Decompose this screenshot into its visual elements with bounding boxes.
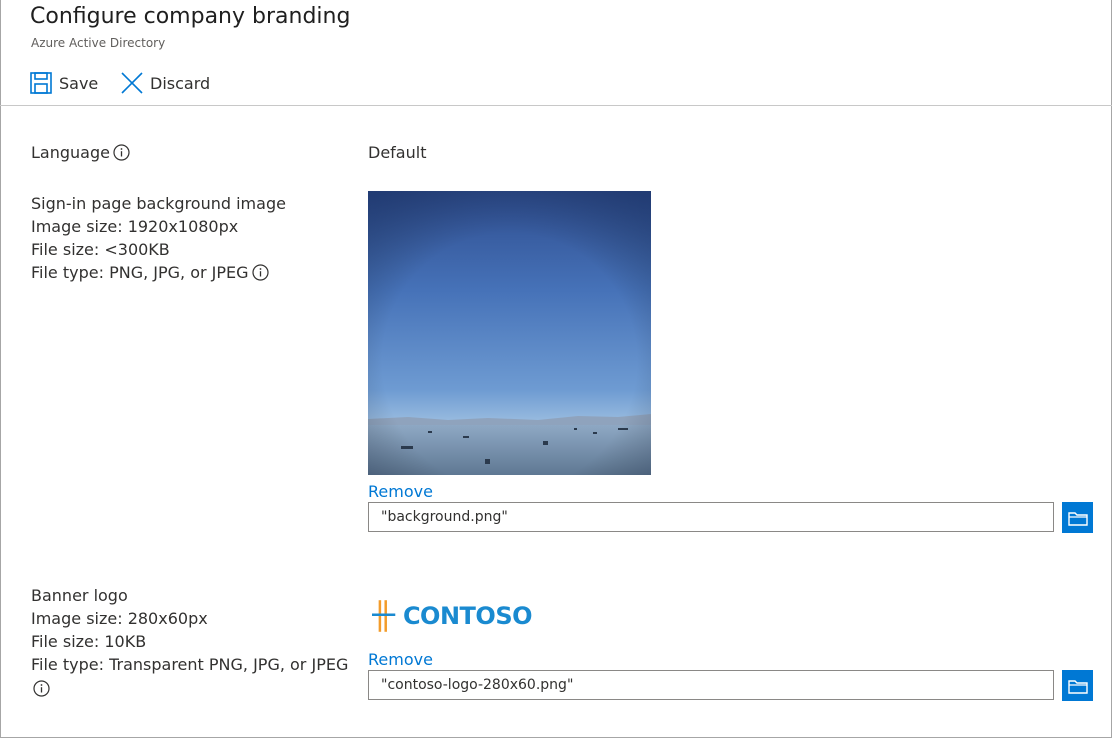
save-button[interactable]: Save bbox=[30, 70, 98, 96]
bg-file-type-row: File type: PNG, JPG, or JPEG bbox=[31, 261, 269, 287]
folder-icon bbox=[1067, 511, 1088, 526]
bg-image-title: Sign-in page background image bbox=[31, 194, 286, 213]
banner-info-row bbox=[31, 677, 50, 703]
bg-browse-button[interactable] bbox=[1062, 502, 1093, 533]
folder-icon bbox=[1067, 679, 1088, 694]
banner-file-field[interactable] bbox=[368, 670, 1054, 700]
contoso-logo: CONTOSO bbox=[372, 597, 533, 635]
header-divider bbox=[0, 105, 1112, 106]
bg-image-size: Image size: 1920x1080px bbox=[31, 217, 239, 236]
banner-browse-button[interactable] bbox=[1062, 670, 1093, 701]
contoso-logo-mark-icon bbox=[372, 600, 396, 632]
background-image-preview bbox=[368, 191, 651, 475]
language-value: Default bbox=[368, 143, 427, 162]
page-title: Configure company branding bbox=[30, 4, 351, 29]
banner-file-type: File type: Transparent PNG, JPG, or JPEG bbox=[31, 655, 349, 674]
language-label: Language bbox=[31, 143, 110, 162]
bg-file-field[interactable] bbox=[368, 502, 1054, 532]
bg-remove-link[interactable]: Remove bbox=[368, 482, 433, 502]
page-subtitle: Azure Active Directory bbox=[31, 36, 166, 50]
save-label: Save bbox=[59, 73, 99, 93]
info-icon[interactable] bbox=[33, 680, 50, 703]
close-icon bbox=[121, 72, 143, 94]
banner-image-size: Image size: 280x60px bbox=[31, 609, 208, 628]
banner-file-size: File size: 10KB bbox=[31, 632, 147, 651]
discard-button[interactable]: Discard bbox=[121, 70, 210, 96]
logo-text: CONTOSO bbox=[402, 602, 533, 630]
info-icon[interactable] bbox=[251, 264, 269, 287]
info-icon[interactable] bbox=[113, 144, 130, 167]
bg-file-size: File size: <300KB bbox=[31, 240, 170, 259]
save-icon bbox=[30, 72, 52, 94]
language-label-row: Language bbox=[31, 141, 130, 167]
banner-remove-link[interactable]: Remove bbox=[368, 650, 433, 670]
discard-label: Discard bbox=[150, 73, 211, 93]
banner-logo-title: Banner logo bbox=[31, 586, 128, 605]
bg-file-type: File type: PNG, JPG, or JPEG bbox=[31, 263, 249, 282]
